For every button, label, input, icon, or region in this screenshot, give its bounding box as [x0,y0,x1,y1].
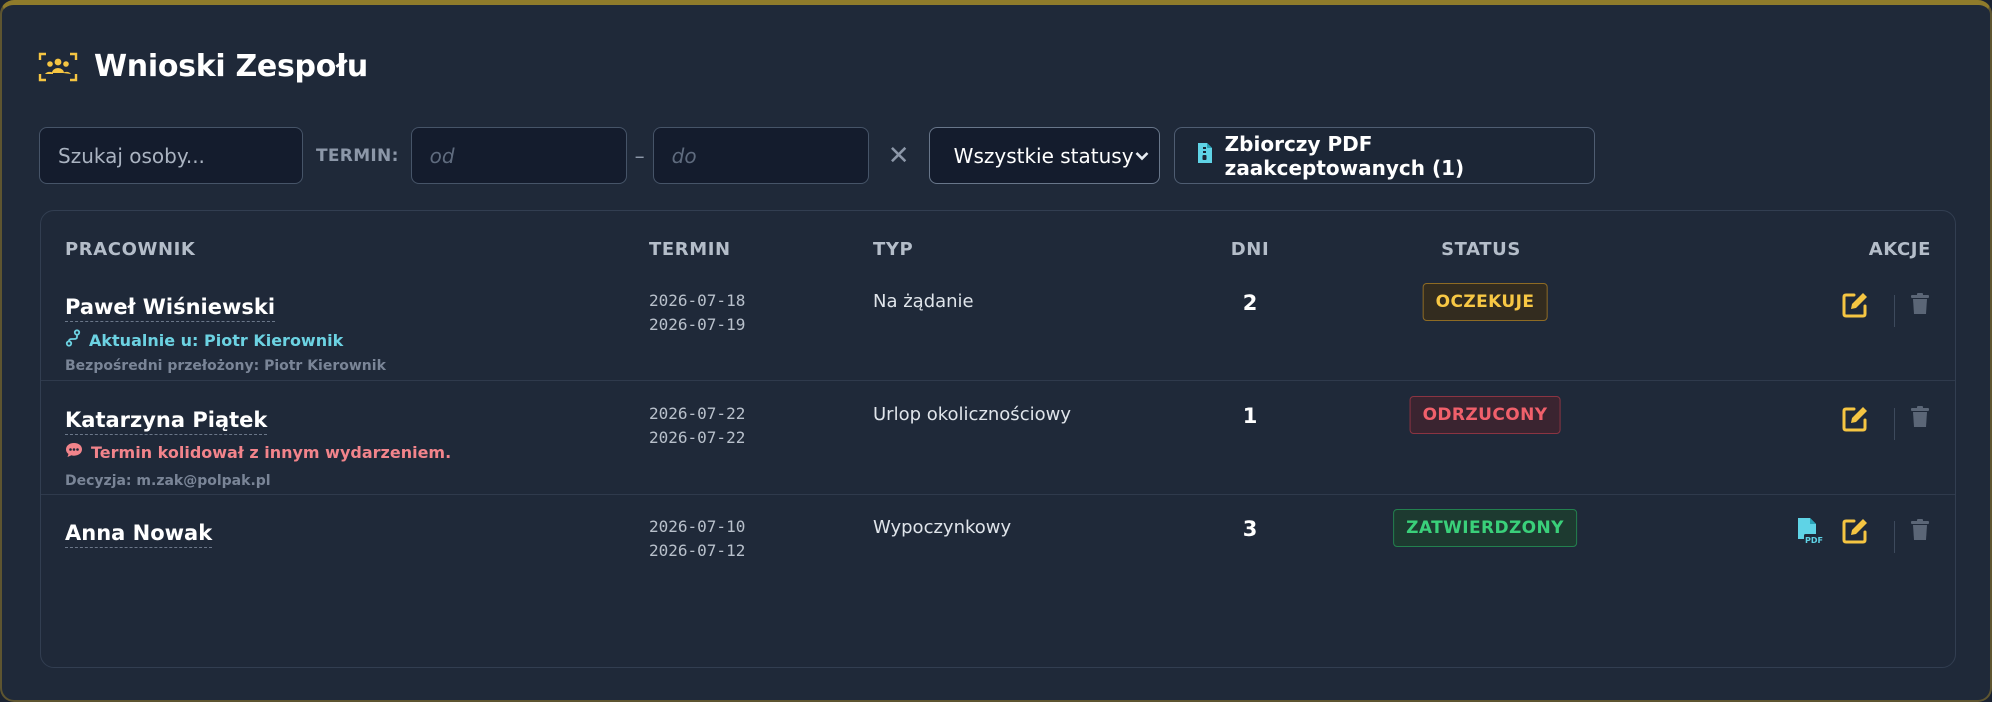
column-header-status: STATUS [1441,239,1521,260]
direct-supervisor: Bezpośredni przełożony: Piotr Kierownik [65,358,386,374]
trash-icon[interactable] [1911,293,1929,319]
date-range: 2026-07-10 2026-07-12 [649,515,745,563]
route-icon [65,329,81,351]
filter-bar: TERMIN: – ✕ Wszystkie statusy Zbiorczy P… [39,127,1595,184]
table-row: Paweł Wiśniewski Aktualnie u: Piotr Kier… [41,269,1955,381]
file-zip-icon [1197,142,1213,169]
edit-button[interactable] [1841,291,1869,323]
decision-by: Decyzja: m.zak@polpak.pl [65,473,271,489]
requests-table: PRACOWNIK TERMIN TYP DNI STATUS AKCJE Pa… [40,210,1956,668]
leave-type: Urlop okolicznościowy [873,404,1071,425]
status-filter-value: Wszystkie statusy [953,143,1134,168]
date-range-separator: – [634,143,645,168]
status-badge: ODRZUCONY [1409,396,1561,434]
leave-type: Na żądanie [873,291,974,312]
delete-button[interactable] [1911,519,1929,545]
days-count: 2 [1242,291,1258,315]
delete-button[interactable] [1911,293,1929,319]
chevron-down-icon [1135,147,1149,165]
comment-icon [65,442,83,462]
current-approver: Aktualnie u: Piotr Kierownik [65,329,343,351]
edit-icon[interactable] [1841,291,1869,323]
team-requests-panel: Wnioski Zespołu TERMIN: – ✕ Wszystkie st… [0,0,1992,702]
decision-comment-text: Termin kolidował z innym wydarzeniem. [91,442,452,462]
decision-comment: Termin kolidował z innym wydarzeniem. [65,442,451,462]
svg-text:PDF: PDF [1805,536,1823,545]
term-label: TERMIN: [316,145,399,166]
team-icon [38,51,78,83]
file-pdf-icon[interactable]: PDF [1795,517,1825,551]
status-badge: OCZEKUJE [1422,283,1548,321]
date-to-input[interactable] [652,127,869,184]
date-to: 2026-07-22 [649,428,746,447]
clear-dates-button[interactable]: ✕ [869,141,929,171]
column-header-actions: AKCJE [1868,239,1931,260]
status-badge: ZATWIERDZONY [1393,509,1577,547]
bulk-pdf-button[interactable]: Zbiorczy PDF zaakceptowanych (1) [1173,127,1595,184]
bulk-pdf-label: Zbiorczy PDF zaakceptowanych (1) [1224,131,1465,180]
employee-name[interactable]: Paweł Wiśniewski [65,295,276,322]
current-approver-text: Aktualnie u: Piotr Kierownik [89,330,344,350]
employee-name[interactable]: Katarzyna Piątek [65,408,268,435]
date-to: 2026-07-19 [649,315,746,334]
date-from: 2026-07-18 [649,291,746,310]
edit-button[interactable] [1841,517,1869,549]
page-title: Wnioski Zespołu [94,49,368,84]
edit-button[interactable] [1841,405,1869,437]
action-divider [1894,408,1895,440]
status-filter-select[interactable]: Wszystkie statusy [928,127,1160,184]
leave-type: Wypoczynkowy [873,517,1012,538]
table-row: Katarzyna Piątek Termin kolidował z inny… [41,381,1955,495]
employee-name[interactable]: Anna Nowak [65,521,213,548]
edit-icon[interactable] [1841,517,1869,549]
column-header-employee: PRACOWNIK [65,239,196,260]
date-to: 2026-07-12 [649,541,746,560]
days-count: 3 [1242,517,1258,541]
page-header: Wnioski Zespołu [38,49,368,84]
column-header-days: DNI [1230,239,1270,260]
date-range: 2026-07-22 2026-07-22 [649,402,745,450]
date-from: 2026-07-22 [649,404,746,423]
download-pdf-button[interactable]: PDF [1795,517,1825,551]
column-header-term: TERMIN [649,239,731,260]
action-divider [1894,521,1895,553]
date-range: 2026-07-18 2026-07-19 [649,289,745,337]
trash-icon[interactable] [1911,519,1929,545]
date-from: 2026-07-10 [649,517,746,536]
search-input[interactable] [39,127,303,184]
edit-icon[interactable] [1841,405,1869,437]
table-row: Anna Nowak 2026-07-10 2026-07-12 Wypoczy… [41,495,1955,595]
column-header-type: TYP [873,239,914,260]
date-from-input[interactable] [410,127,627,184]
trash-icon[interactable] [1911,406,1929,432]
days-count: 1 [1242,404,1258,428]
action-divider [1894,295,1895,327]
delete-button[interactable] [1911,406,1929,432]
